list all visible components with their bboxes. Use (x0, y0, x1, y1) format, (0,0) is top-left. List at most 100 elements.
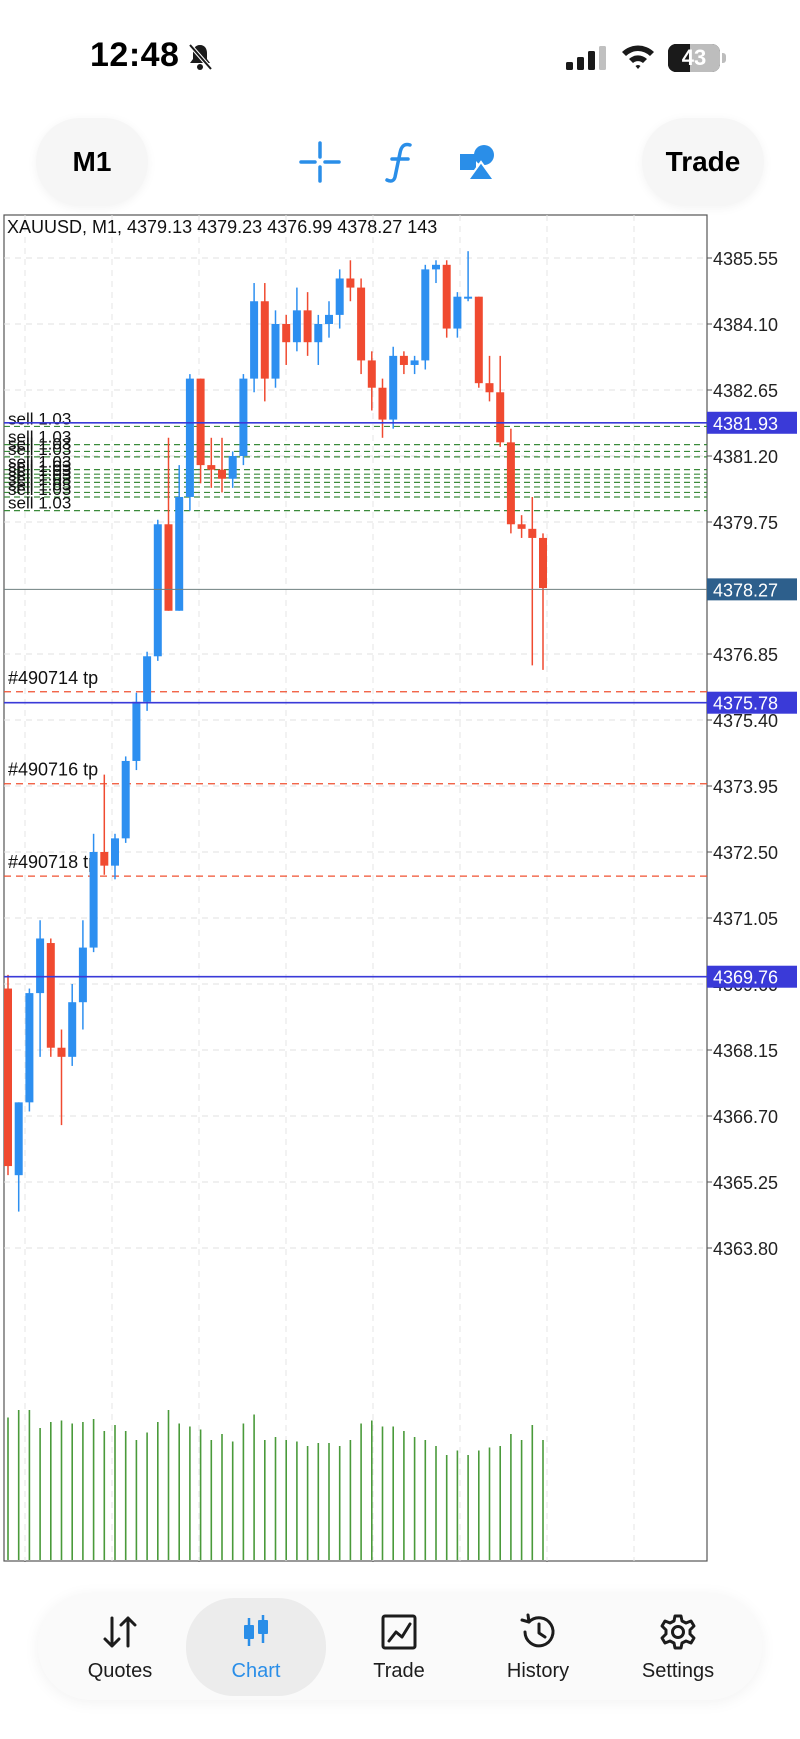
history-icon (520, 1613, 555, 1648)
timeframe-button[interactable]: M1 (36, 118, 148, 206)
quotes-arrows-icon (103, 1616, 137, 1648)
nav-trade[interactable]: Trade (329, 1594, 469, 1700)
candle-bear (164, 524, 173, 611)
status-bar: 12:48 43 (0, 0, 800, 110)
price-axis-label: 4371.05 (713, 909, 778, 929)
candle-bull (68, 1002, 77, 1057)
candle-bull (132, 701, 141, 761)
candle-bull (36, 938, 45, 994)
price-axis-label: 4385.55 (713, 249, 778, 269)
nav-quotes[interactable]: Quotes (50, 1594, 190, 1700)
tp-label: #490716 tp (8, 760, 98, 780)
candle-bull (250, 301, 259, 379)
trade-chart-icon (381, 1614, 417, 1650)
candle-bear (528, 528, 537, 538)
price-tag-label: 4375.78 (713, 694, 778, 714)
candles-icon (244, 1615, 268, 1646)
nav-settings-label: Settings (641, 1660, 715, 1682)
tp-label: #490718 tp (8, 852, 98, 872)
nav-history[interactable]: History (468, 1594, 608, 1700)
bottom-navigation: Quotes Chart Trade History Settings (38, 1594, 762, 1700)
candle-bear (100, 852, 109, 866)
objects-icon[interactable] (454, 138, 502, 186)
candle-bull (464, 296, 473, 299)
price-axis-label: 4363.80 (713, 1239, 778, 1259)
candle-bull (432, 264, 440, 270)
candle-bear (442, 264, 451, 329)
candle-bear (367, 360, 376, 388)
price-axis-label: 4366.70 (713, 1107, 778, 1127)
candle-bear (303, 310, 312, 343)
candle-bear (46, 943, 55, 1048)
price-axis-label: 4379.75 (713, 513, 778, 533)
chart-frame (3, 214, 708, 1562)
battery-indicator: 43 (668, 44, 726, 72)
candle-bull (271, 324, 280, 379)
candle-bull (89, 852, 98, 948)
candle-bull (111, 838, 119, 866)
candle-bear (496, 392, 505, 443)
candle-bear (260, 301, 269, 379)
chart-symbol-header: XAUUSD, M1, 4379.13 4379.23 4376.99 4378… (7, 217, 437, 237)
price-tag-label: 4378.27 (713, 580, 778, 600)
candle-bull (14, 1102, 23, 1176)
battery-percent: 43 (681, 45, 707, 70)
candle-bull (421, 269, 430, 361)
candle-bull (389, 355, 398, 420)
candle-bear (207, 465, 216, 470)
candle-bull (410, 360, 419, 365)
candle-bear (399, 355, 408, 365)
candle-bull (239, 378, 248, 456)
trade-button[interactable]: Trade (642, 118, 764, 206)
sell-order-label: sell 1.03 (8, 494, 71, 513)
candle-bear (517, 524, 526, 529)
price-axis-label: 4384.10 (713, 315, 778, 335)
candle-bear (282, 324, 291, 343)
settings-gear-icon (660, 1614, 696, 1650)
nav-chart[interactable]: Chart (186, 1598, 326, 1696)
candle-bull (143, 656, 152, 702)
indicators-icon[interactable] (376, 138, 424, 186)
nav-settings[interactable]: Settings (608, 1594, 748, 1700)
candle-bull (25, 993, 34, 1103)
candle-bear (57, 1047, 66, 1057)
price-tag-label: 4381.93 (713, 414, 778, 434)
candle-bull (121, 760, 130, 839)
crosshair-icon[interactable] (296, 138, 344, 186)
candle-bull (153, 524, 162, 657)
candle-bear (218, 469, 226, 479)
chart-canvas[interactable]: 4385.55 4384.10 4382.65 4381.20 4379.75 4376.… (0, 212, 800, 1562)
candle-bull (175, 496, 184, 611)
candle-bear (378, 387, 387, 420)
candle-bull (228, 456, 237, 479)
wifi-icon (622, 45, 654, 69)
candle-bull (453, 296, 462, 329)
candle-bear (346, 278, 355, 288)
candle-bull (335, 278, 344, 315)
candle-bear (474, 296, 483, 384)
candle-bear (485, 383, 494, 393)
price-axis-label: 4373.95 (713, 777, 778, 797)
price-axis-label: 4376.85 (713, 645, 778, 665)
candle-bear (196, 378, 205, 466)
price-chart[interactable]: 4385.55 4384.10 4382.65 4381.20 4379.75 4376.… (0, 212, 800, 1562)
tp-label: #490714 tp (8, 668, 98, 688)
candle-bear (539, 537, 547, 588)
status-time: 12:48 (90, 36, 180, 74)
nav-trade-label: Trade (373, 1660, 425, 1682)
candle-bull (185, 378, 194, 497)
battery-tip (722, 53, 726, 63)
candle-bull (78, 947, 87, 1003)
price-axis-label: 4375.40 (713, 711, 778, 731)
candle-bull (292, 310, 301, 343)
price-axis-label: 4365.25 (713, 1173, 778, 1193)
candle-bull (325, 314, 333, 324)
price-axis-label: 4368.15 (713, 1041, 778, 1061)
nav-quotes-label: Quotes (87, 1660, 153, 1682)
candle-bear (357, 287, 366, 361)
candle-bull (314, 324, 323, 343)
battery-body: 43 (668, 44, 720, 72)
nav-history-label: History (506, 1660, 570, 1682)
silent-bell-icon (188, 43, 213, 71)
price-axis-label: 4372.50 (713, 843, 778, 863)
